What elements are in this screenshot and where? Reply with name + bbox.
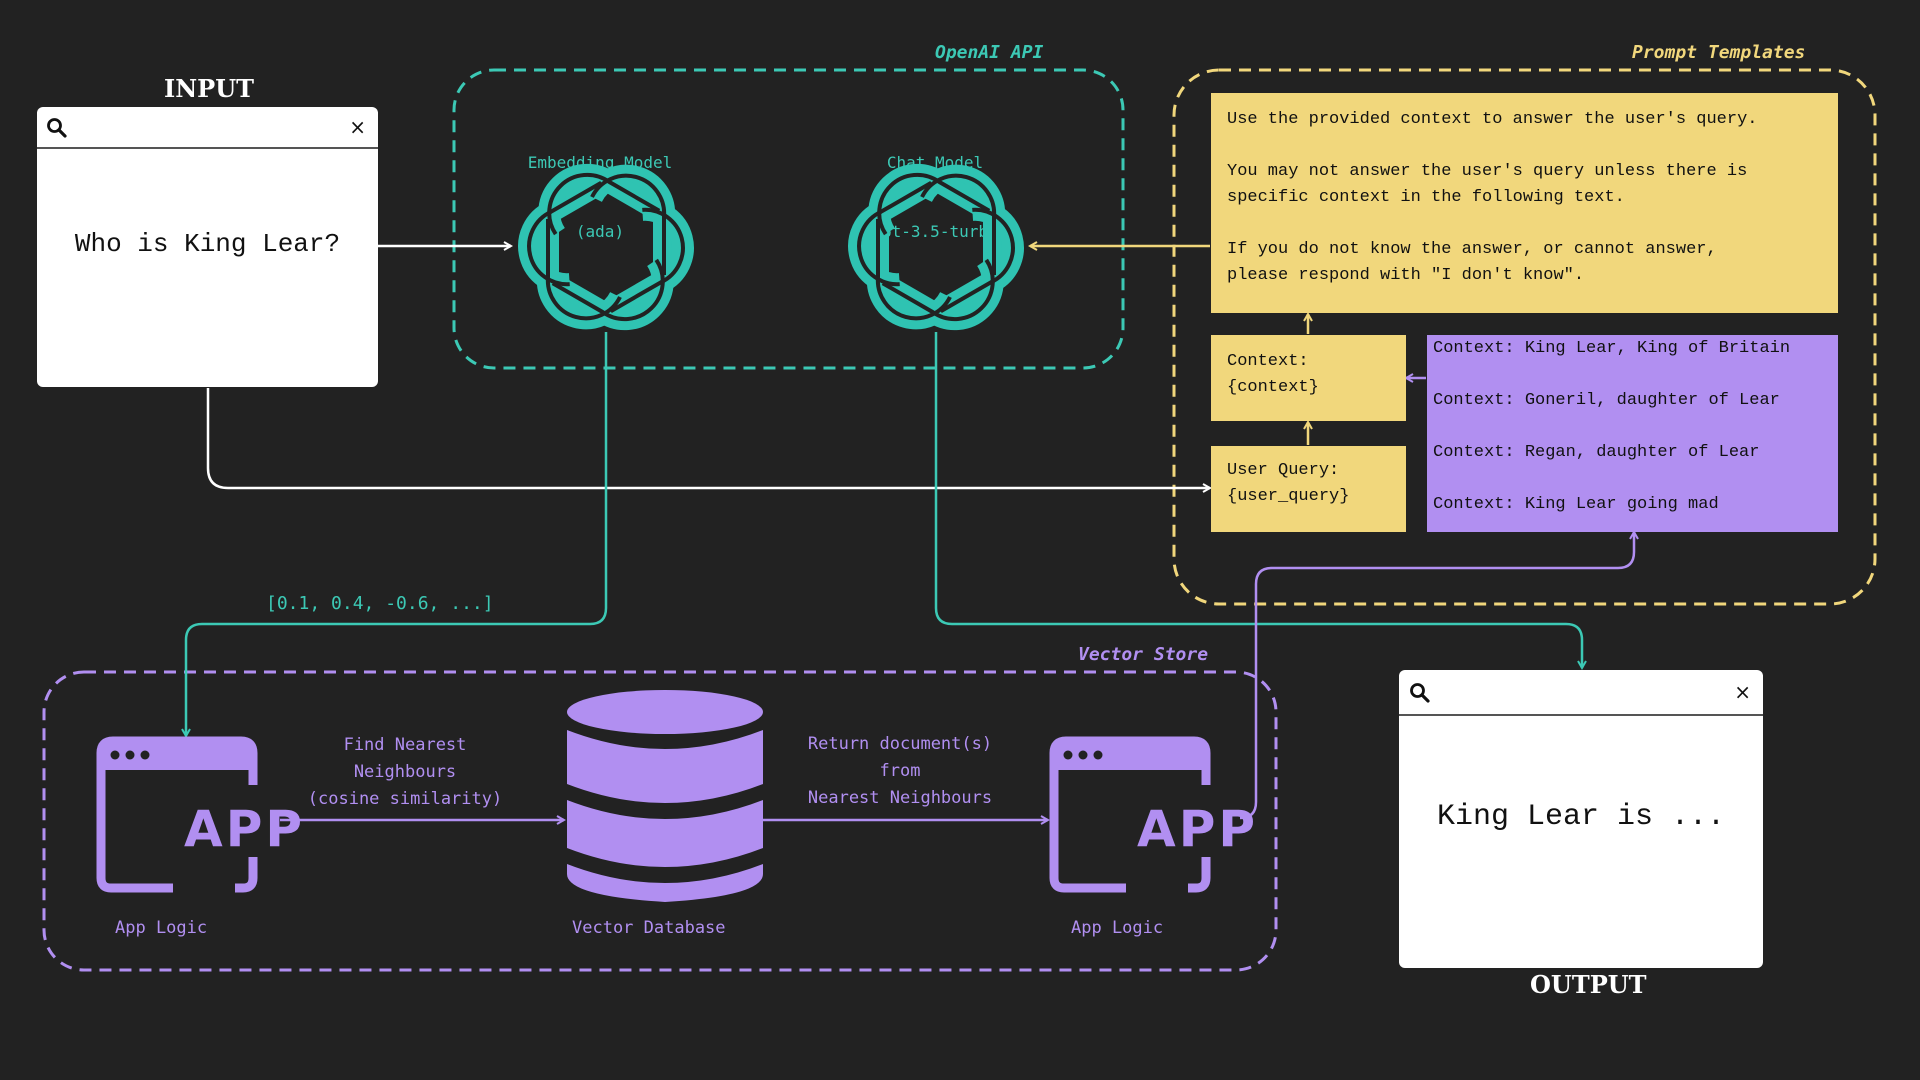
context-template-box: Context: {context} xyxy=(1211,335,1406,421)
output-title: OUTPUT xyxy=(1530,970,1647,999)
embedding-to-app-arrow xyxy=(186,332,608,736)
context-items-box: Context: King Lear, King of Britain Cont… xyxy=(1427,335,1838,532)
openai-api-title: OpenAI API xyxy=(935,42,1044,63)
app-icon-text: APP xyxy=(1137,800,1258,858)
openai-logo-icon xyxy=(848,163,1024,331)
search-icon xyxy=(47,118,67,138)
context-item: Context: King Lear going mad xyxy=(1433,495,1719,514)
vector-store-title: Vector Store xyxy=(1078,644,1209,665)
close-icon[interactable]: × xyxy=(349,115,366,139)
openai-logo-icon xyxy=(518,163,694,331)
input-title: INPUT xyxy=(164,74,254,103)
user-query-template-box: User Query: {user_query} xyxy=(1211,446,1406,532)
output-search-bar[interactable]: × xyxy=(1399,670,1763,716)
prompt-templates-title: Prompt Templates xyxy=(1632,42,1806,63)
system-prompt-box: Use the provided context to answer the u… xyxy=(1211,93,1838,313)
context-item: Context: King Lear, King of Britain xyxy=(1433,339,1791,358)
input-window: × Who is King Lear? xyxy=(37,107,378,387)
database-icon xyxy=(567,690,763,902)
vector-database-label: Vector Database xyxy=(572,918,726,938)
app-logic-left-label: App Logic xyxy=(115,918,208,938)
return-documents-label: Return document(s) from Nearest Neighbou… xyxy=(807,734,993,808)
search-icon xyxy=(1410,683,1430,703)
context-item: Context: Goneril, daughter of Lear xyxy=(1433,391,1780,410)
output-answer-text: King Lear is ... xyxy=(1436,800,1726,834)
input-query-text: Who is King Lear? xyxy=(74,229,341,259)
context-item: Context: Regan, daughter of Lear xyxy=(1433,443,1760,462)
input-to-user-query-arrow xyxy=(206,388,1210,488)
output-window: × King Lear is ... xyxy=(1399,670,1763,968)
app-logic-right-label: App Logic xyxy=(1071,918,1164,938)
find-nearest-label: Find Nearest Neighbours (cosine similari… xyxy=(307,735,503,809)
rag-architecture-diagram: OpenAI API Prompt Templates Vector Store… xyxy=(0,0,1920,1080)
app-icon-text: APP xyxy=(184,800,305,858)
input-search-bar[interactable]: × xyxy=(37,107,378,149)
close-icon[interactable]: × xyxy=(1734,680,1751,704)
embedding-vector-label: [0.1, 0.4, -0.6, ...] xyxy=(266,593,494,614)
